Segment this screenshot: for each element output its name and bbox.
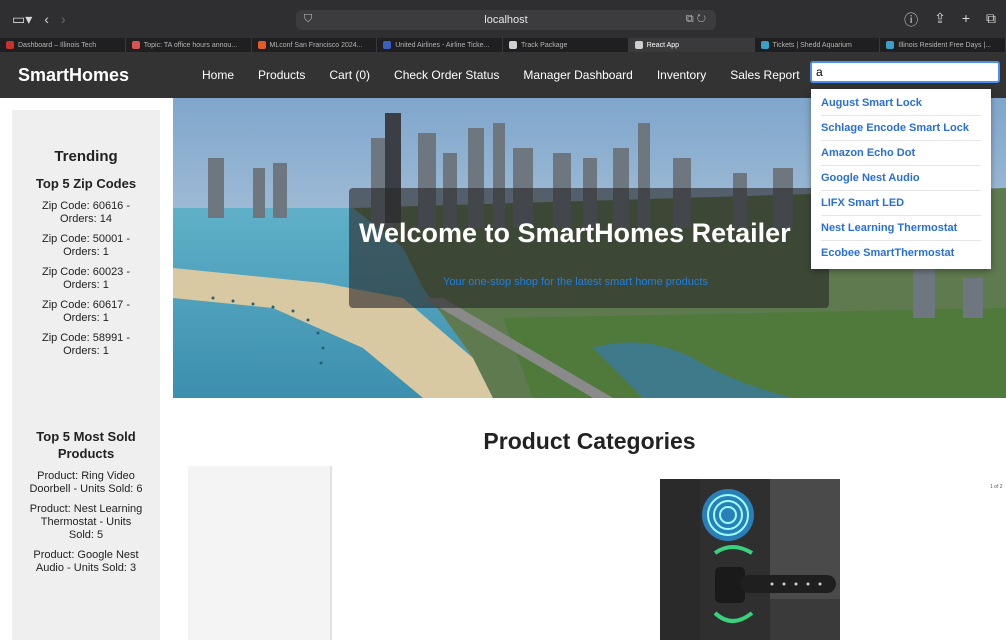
zip-code-item: Zip Code: 60023 - Orders: 1 xyxy=(41,266,131,291)
search-suggestion[interactable]: Nest Learning Thermostat xyxy=(821,216,981,241)
search-suggestion[interactable]: Google Nest Audio xyxy=(821,166,981,191)
tab-label: Illinois Resident Free Days |... xyxy=(898,41,992,49)
nav-link-cart-0[interactable]: Cart (0) xyxy=(317,68,382,82)
hero-title: Welcome to SmartHomes Retailer xyxy=(359,218,791,248)
smart-lock-product-image[interactable] xyxy=(660,479,840,640)
search-suggestion[interactable]: Schlage Encode Smart Lock xyxy=(821,116,981,141)
nav-link-check-order-status[interactable]: Check Order Status xyxy=(382,68,511,82)
trending-title: Trending xyxy=(54,148,118,165)
nav-link-manager-dashboard[interactable]: Manager Dashboard xyxy=(511,68,644,82)
categories-title: Product Categories xyxy=(483,428,696,454)
address-bar[interactable]: ⛉ localhost ⧉ ↻ xyxy=(296,10,716,30)
nav-links: Home Products Cart (0) Check Order Status Ma… xyxy=(190,68,812,82)
tab-favicon-icon xyxy=(6,41,14,49)
category-panel xyxy=(188,466,330,640)
search-suggestion[interactable]: LIFX Smart LED xyxy=(821,191,981,216)
browser-tab[interactable]: Topic: TA office hours annou... xyxy=(126,38,252,52)
tab-favicon-icon xyxy=(509,41,517,49)
tab-favicon-icon xyxy=(886,41,895,49)
search-input[interactable] xyxy=(810,61,1000,83)
tab-favicon-icon xyxy=(131,41,140,49)
browser-tab[interactable]: React App xyxy=(628,38,755,52)
tab-label: React App xyxy=(646,41,680,49)
nav-link-sales-report[interactable]: Sales Report xyxy=(718,68,811,82)
url-text: localhost xyxy=(484,14,528,26)
browser-tab[interactable]: United Airlines - Airline Ticke... xyxy=(377,38,503,52)
zip-code-item: Zip Code: 60617 - Orders: 1 xyxy=(41,299,131,324)
zip-code-list: Zip Code: 60616 - Orders: 14 Zip Code: 50… xyxy=(12,200,160,358)
info-icon[interactable]: ⓘ xyxy=(904,10,918,30)
most-sold-heading: Top 5 Most Sold Products xyxy=(36,429,136,461)
browser-tab[interactable]: Dashboard – Illinois Tech xyxy=(0,38,126,52)
sidebar-toggle-icon[interactable]: ▭▾ xyxy=(12,11,32,28)
forward-icon[interactable]: › xyxy=(61,11,66,27)
search-suggestion[interactable]: August Smart Lock xyxy=(821,91,981,116)
browser-tab[interactable]: Tickets | Shedd Aquarium xyxy=(755,38,881,52)
new-tab-icon[interactable]: + xyxy=(962,10,970,30)
tab-label: Dashboard – Illinois Tech xyxy=(18,41,97,49)
trending-sidebar: Trending Top 5 Zip Codes Zip Code: 60616… xyxy=(12,110,160,640)
zip-code-item: Zip Code: 60616 - Orders: 14 xyxy=(41,200,131,225)
nav-link-products[interactable]: Products xyxy=(246,68,317,82)
most-sold-item: Product: Nest Learning Thermostat - Unit… xyxy=(29,503,143,541)
share-icon[interactable]: ⇪ xyxy=(934,10,946,30)
zip-code-item: Zip Code: 50001 - Orders: 1 xyxy=(41,233,131,258)
most-sold-list: Product: Ring Video Doorbell - Units Sol… xyxy=(12,470,160,575)
panel-divider xyxy=(330,466,332,640)
browser-tab[interactable]: MLconf San Francisco 2024... xyxy=(252,38,378,52)
most-sold-item: Product: Google Nest Audio - Units Sold:… xyxy=(33,549,139,574)
reader-reload-icons[interactable]: ⧉ ↻ xyxy=(686,13,706,26)
most-sold-item: Product: Ring Video Doorbell - Units Sol… xyxy=(29,470,143,495)
zip-codes-heading: Top 5 Zip Codes xyxy=(35,176,137,191)
tab-favicon-icon xyxy=(383,41,392,49)
tab-label: Tickets | Shedd Aquarium xyxy=(772,41,852,49)
tab-favicon-icon xyxy=(257,41,266,49)
tab-overview-icon[interactable]: ⧉ xyxy=(986,10,996,30)
search-suggestion[interactable]: Ecobee SmartThermostat xyxy=(821,241,981,266)
browser-tab[interactable]: Track Package xyxy=(503,38,629,52)
tab-label: United Airlines - Airline Ticke... xyxy=(395,41,490,49)
nav-link-inventory[interactable]: Inventory xyxy=(645,68,718,82)
tab-label: MLconf San Francisco 2024... xyxy=(269,41,363,49)
hero-subtitle-link[interactable]: Your one-stop shop for the latest smart … xyxy=(443,276,708,288)
carousel-page-count: 1 of 2 xyxy=(990,484,1003,490)
tab-strip: Dashboard – Illinois Tech Topic: TA offic… xyxy=(0,38,1006,52)
browser-tab[interactable]: Illinois Resident Free Days |... xyxy=(880,38,1006,52)
zip-code-item: Zip Code: 58991 - Orders: 1 xyxy=(41,332,131,357)
site-brand[interactable]: SmartHomes xyxy=(18,65,178,86)
back-icon[interactable]: ‹ xyxy=(44,11,49,27)
tab-favicon-icon xyxy=(634,41,643,49)
tab-label: Track Package xyxy=(521,41,568,49)
tab-favicon-icon xyxy=(760,41,769,49)
tab-label: Topic: TA office hours annou... xyxy=(143,41,238,49)
search-suggestions-dropdown: August Smart Lock Schlage Encode Smart Lo… xyxy=(811,89,991,269)
search-suggestion[interactable]: Amazon Echo Dot xyxy=(821,141,981,166)
nav-link-home[interactable]: Home xyxy=(190,68,246,82)
browser-toolbar: ▭▾ ‹ › ⛉ localhost ⧉ ↻ ⓘ ⇪ + ⧉ xyxy=(0,0,1006,38)
privacy-shield-icon: ⛉ xyxy=(304,13,313,25)
